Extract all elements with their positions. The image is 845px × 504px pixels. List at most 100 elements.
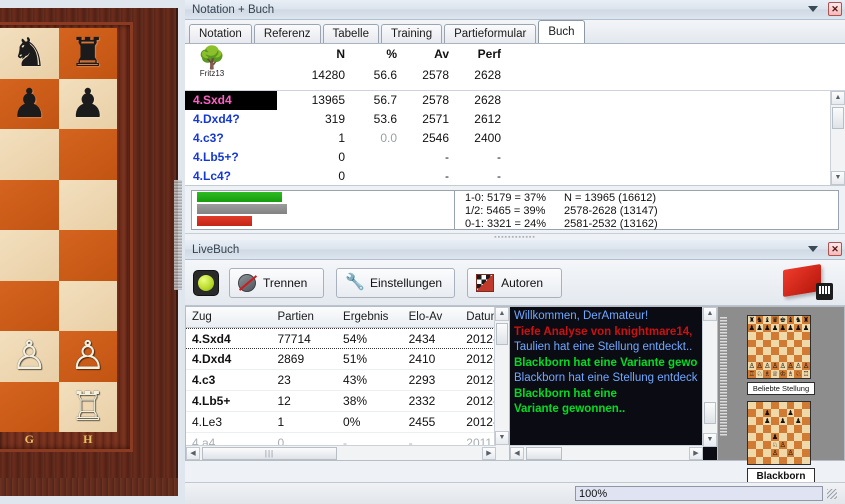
mini-square — [802, 402, 810, 410]
board-square[interactable]: ♙ — [58, 331, 118, 382]
scroll-up-icon[interactable]: ▲ — [703, 307, 717, 321]
scroll-left-icon[interactable]: ◀ — [186, 446, 200, 460]
games-col-header-eloav[interactable]: Elo-Av — [403, 307, 461, 327]
chess-piece[interactable]: ♟ — [59, 84, 118, 124]
board-square[interactable] — [58, 280, 117, 331]
board-square[interactable] — [0, 129, 59, 180]
mini-square — [755, 332, 764, 340]
livebook-toolbar-buttons[interactable]: Trennen 🔧 Einstellungen Autoren — [229, 267, 574, 298]
notation-tabbar[interactable]: Notation Referenz Tabelle Training Partiefor… — [185, 20, 845, 44]
board-square[interactable]: ♙ — [0, 331, 59, 382]
book-move-row[interactable]: 4.Sxd4 13965 56.7 2578 2628 — [185, 91, 845, 110]
scroll-thumb[interactable] — [832, 107, 844, 129]
livebook-chat-panel[interactable]: Willkommen, DerAmateur! Tiefe Analyse von… — [510, 306, 718, 461]
board-square[interactable]: ♜ — [58, 28, 118, 79]
book-move-row[interactable]: 4.Dxd4? 319 53.6 2571 2612 — [185, 110, 845, 129]
tab-training[interactable]: Training — [380, 24, 443, 43]
games-col-header-ergebnis[interactable]: Ergebnis — [337, 307, 403, 327]
scroll-down-icon[interactable]: ▼ — [703, 433, 717, 447]
games-col-header-zug[interactable]: Zug — [186, 307, 271, 327]
scroll-down-icon[interactable]: ▼ — [831, 171, 845, 185]
autoren-button[interactable]: Autoren — [467, 267, 563, 298]
red-book-network-icon[interactable] — [781, 263, 835, 301]
scroll-right-icon[interactable]: ▶ — [689, 446, 703, 460]
board-square[interactable] — [58, 129, 117, 180]
scroll-left-icon[interactable]: ◀ — [510, 446, 524, 460]
table-row[interactable]: 4.Lb5+ 12 38% 2332 2012-No — [186, 391, 509, 412]
mini-square: ♟ — [771, 432, 779, 441]
book-move-list[interactable]: 4.Sxd4 13965 56.7 2578 2628 4.Dxd4? 319 53.6 257… — [185, 91, 845, 186]
scroll-down-icon[interactable]: ▼ — [495, 431, 509, 445]
tab-tabelle[interactable]: Tabelle — [322, 24, 379, 43]
scroll-thumb[interactable] — [704, 402, 716, 424]
tab-notation[interactable]: Notation — [189, 24, 252, 43]
livebook-games-table[interactable]: Zug Partien Ergebnis Elo-Av Datum 4.Sxd4 7771… — [185, 306, 510, 461]
book-cell: - — [497, 169, 501, 183]
scroll-right-icon[interactable]: ▶ — [482, 446, 496, 460]
table-cell: 2869 — [277, 352, 305, 366]
statistics-line: 2578-2628 (13147) — [564, 204, 658, 217]
board-square[interactable]: ♞ — [0, 28, 59, 79]
board-square[interactable]: ♖ — [58, 381, 118, 432]
chess-piece[interactable]: ♞ — [0, 33, 59, 73]
board-square[interactable]: ♟ — [0, 78, 59, 129]
book-move-row[interactable]: 4.Lc4? 0 - - — [185, 167, 845, 185]
mini-square — [755, 425, 764, 433]
tab-partieformular[interactable]: Partieformular — [444, 24, 537, 43]
book-totals-row: 14280 56.6 2578 2628 — [185, 68, 845, 82]
board-square[interactable] — [0, 381, 59, 432]
close-icon[interactable]: ✕ — [828, 2, 842, 16]
games-table-rows[interactable]: 4.Sxd4 77714 54% 2434 2012-No 4.Dxd4 2869 51% 24… — [186, 328, 509, 454]
chess-board-squares[interactable]: ♞ ♜ ♟ ♟ ♙ ♙ ♖ — [0, 28, 117, 432]
scroll-up-icon[interactable]: ▲ — [495, 307, 509, 321]
table-row[interactable]: 4.Sxd4 77714 54% 2434 2012-No — [186, 328, 509, 349]
chevron-down-icon[interactable] — [808, 246, 818, 252]
book-move-row[interactable]: 4.Lb5+? 0 - - — [185, 148, 845, 167]
book-cell: 13965 — [311, 93, 345, 107]
tab-referenz[interactable]: Referenz — [253, 24, 321, 43]
chess-piece[interactable]: ♟ — [0, 84, 59, 124]
games-table-hscrollbar[interactable]: ◀ ||| ▶ — [186, 445, 496, 460]
mini-chessboard[interactable]: ♜ ♞ ♝ ♛ ♚ ♝ ♞ ♜ ♟ ♟ ♟ ♟ ♟ ♟ ♟ ♟ ♙ ♙ ♙ ♙ ♙ ♙ ♙ ♙ ♖ ♘ ♗ ♕ ♔ ♗ ♘ ♖ — [746, 315, 811, 379]
mini-chessboard[interactable]: ♟ ♟ ♟ ♟ ♟ ♟ ♘ ♙ ♙ ♙ — [746, 401, 811, 465]
board-square[interactable] — [0, 230, 59, 281]
scroll-thumb[interactable] — [496, 323, 508, 345]
livebook-toolbar[interactable]: Trennen 🔧 Einstellungen Autoren — [185, 260, 845, 306]
einstellungen-button[interactable]: 🔧 Einstellungen — [336, 267, 456, 298]
chess-piece[interactable]: ♙ — [0, 336, 59, 376]
games-table-scrollbar[interactable]: ▲ ▼ — [494, 307, 509, 460]
statistics-line: 1-0: 5179 = 37% — [465, 191, 547, 204]
chat-hscrollbar[interactable]: ◀ ▶ — [510, 445, 703, 460]
mini-square: ♙ — [802, 362, 810, 370]
trennen-button[interactable]: Trennen — [229, 267, 324, 298]
table-cell: 4.c3 — [192, 373, 216, 387]
chevron-down-icon[interactable] — [808, 6, 818, 12]
chess-piece[interactable]: ♜ — [59, 33, 118, 73]
tab-buch[interactable]: Buch — [538, 20, 585, 43]
close-icon[interactable]: ✕ — [828, 242, 842, 256]
book-list-scrollbar[interactable]: ▲ ▼ — [830, 91, 845, 185]
chess-piece[interactable]: ♖ — [59, 387, 118, 427]
chat-scrollbar[interactable]: ▲ ▼ — [702, 307, 717, 447]
statistics-box: 1-0: 5179 = 37% 1/2: 5465 = 39% 0-1: 3321 … — [191, 189, 839, 230]
board-square[interactable]: ♟ — [58, 78, 118, 129]
board-square[interactable] — [58, 179, 117, 230]
book-move-row[interactable]: 4.c3? 1 0.0 2546 2400 — [185, 129, 845, 148]
book-move-rows[interactable]: 4.Sxd4 13965 56.7 2578 2628 4.Dxd4? 319 53.6 257… — [185, 91, 845, 185]
resize-grip[interactable] — [827, 488, 837, 499]
thumbnail-list[interactable]: ♜ ♞ ♝ ♛ ♚ ♝ ♞ ♜ ♟ ♟ ♟ ♟ ♟ ♟ ♟ ♟ ♙ ♙ ♙ ♙ ♙ ♙ ♙ ♙ ♖ ♘ ♗ ♕ ♔ ♗ ♘ ♖ Beliebte… — [746, 315, 816, 491]
chess-piece[interactable]: ♙ — [59, 336, 118, 376]
hscroll-thumb[interactable] — [526, 446, 562, 460]
games-col-header-partien[interactable]: Partien — [271, 307, 337, 327]
board-square[interactable] — [0, 280, 59, 331]
scroll-up-icon[interactable]: ▲ — [831, 91, 845, 105]
board-square[interactable] — [58, 230, 117, 281]
table-row[interactable]: 4.Dxd4 2869 51% 2410 2012-No — [186, 349, 509, 370]
mini-square: ♟ — [763, 417, 772, 426]
table-row[interactable]: 4.c3 23 43% 2293 2012-No — [186, 370, 509, 391]
statistics-line: 1/2: 5465 = 39% — [465, 204, 546, 217]
table-row[interactable]: 4.Le3 1 0% 2455 2012-No — [186, 412, 509, 433]
hscroll-thumb[interactable]: ||| — [202, 446, 337, 460]
result-bar-1/2 — [197, 203, 287, 214]
board-square[interactable] — [0, 179, 59, 230]
